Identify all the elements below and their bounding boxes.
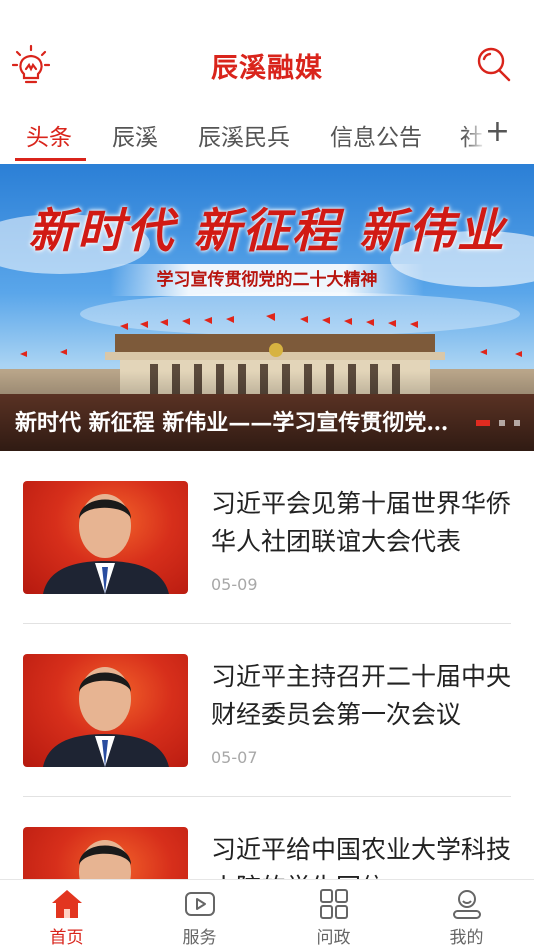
carousel-dot-active[interactable] [475, 420, 490, 426]
nav-home[interactable]: 首页 [0, 880, 133, 951]
nav-inquiry-label: 问政 [316, 928, 351, 948]
app-header: 辰溪融媒 [0, 0, 534, 106]
banner-headline: 新时代 新征程 新伟业 [28, 204, 506, 259]
news-date: 05-07 [211, 748, 258, 767]
news-item[interactable]: 习近平主持召开二十届中央财经委员会第一次会议 05-07 [0, 624, 534, 797]
banner-subtitle: 学习宣传贯彻党的二十大精神 [110, 264, 424, 296]
banner-carousel[interactable]: 新时代 新征程 新伟业 学习宣传贯彻党的二十大精神 新时代 新征程 新伟业——学… [0, 164, 534, 451]
tab-chenxi[interactable]: 辰溪 [112, 118, 158, 152]
category-tabs: 头条 辰溪 辰溪民兵 信息公告 社 + [0, 106, 534, 164]
active-tab-indicator [15, 158, 86, 161]
nav-inquiry[interactable]: 问政 [267, 880, 400, 951]
add-tab-icon[interactable]: + [485, 114, 510, 149]
portrait-image [43, 494, 169, 594]
nav-home-label: 首页 [49, 928, 84, 948]
bottom-nav: 首页 服务 问政 我的 [0, 879, 534, 951]
news-title[interactable]: 习近平主持召开二十届中央财经委员会第一次会议 [211, 658, 511, 734]
carousel-dots [472, 420, 520, 426]
home-icon [51, 890, 82, 918]
banner-caption[interactable]: 新时代 新征程 新伟业——学习宣传贯彻党的二十大精神 [15, 405, 465, 437]
news-thumbnail[interactable] [23, 481, 188, 594]
nav-mine-label: 我的 [449, 928, 484, 948]
grid-icon [319, 889, 348, 919]
app-title: 辰溪融媒 [211, 53, 323, 84]
nav-mine[interactable]: 我的 [400, 880, 533, 951]
news-title[interactable]: 习近平会见第十届世界华侨华人社团联谊大会代表 [211, 485, 511, 561]
user-icon [452, 890, 481, 919]
news-date: 05-09 [211, 575, 258, 594]
tab-chenxi-militia[interactable]: 辰溪民兵 [198, 118, 290, 152]
carousel-dot[interactable] [498, 420, 505, 426]
search-icon[interactable] [476, 46, 512, 84]
news-item[interactable]: 习近平会见第十届世界华侨华人社团联谊大会代表 05-09 [0, 451, 534, 624]
portrait-image [43, 667, 169, 767]
nav-service[interactable]: 服务 [133, 880, 266, 951]
carousel-dot[interactable] [514, 420, 520, 426]
play-icon [184, 892, 215, 916]
app-root: 辰溪融媒 头条 辰溪 辰溪民兵 信息公告 社 + [0, 0, 534, 951]
tab-announcements[interactable]: 信息公告 [330, 118, 422, 152]
tab-headlines[interactable]: 头条 [26, 118, 72, 152]
nav-service-label: 服务 [182, 928, 217, 948]
news-thumbnail[interactable] [23, 654, 188, 767]
